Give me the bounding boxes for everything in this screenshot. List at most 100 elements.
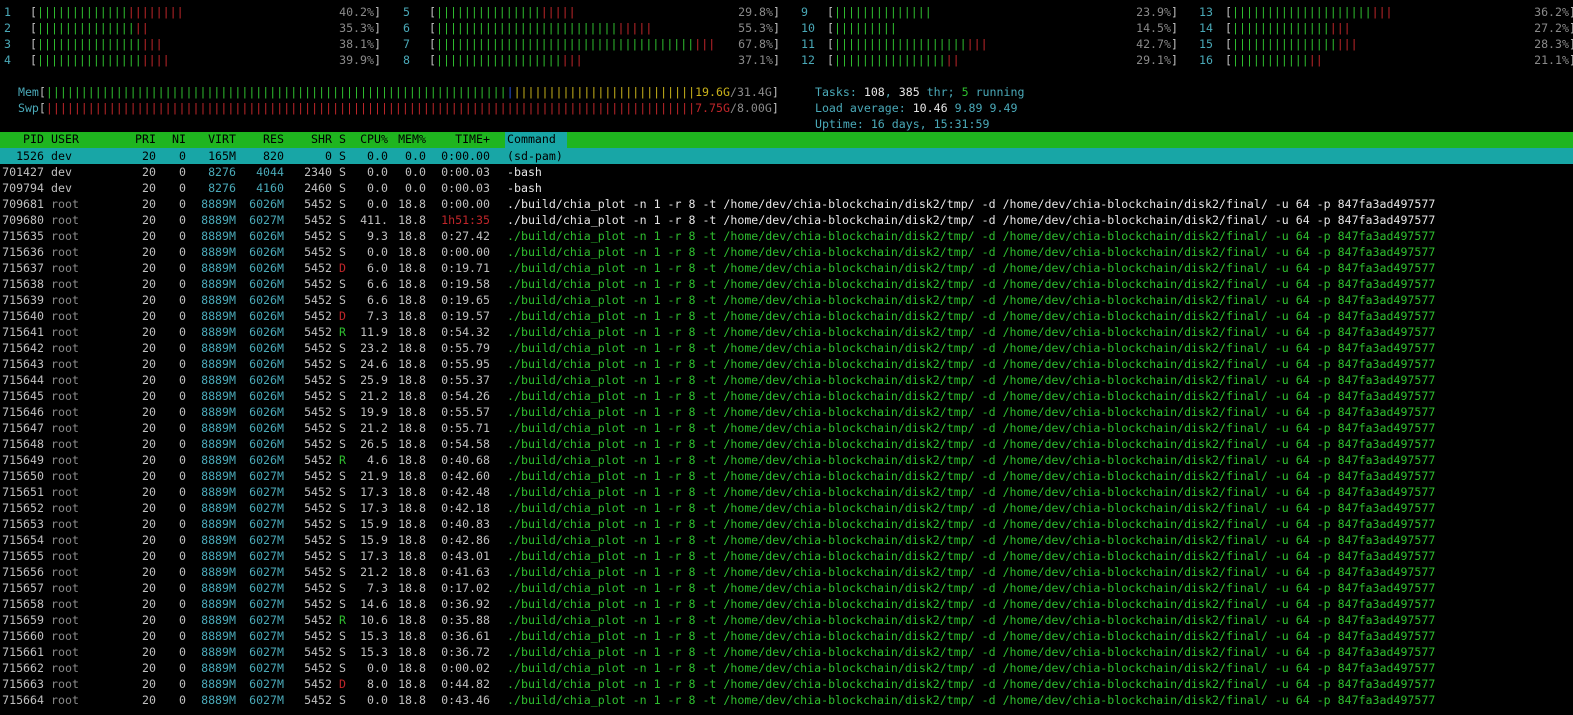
col-pri[interactable]: PRI [120, 132, 156, 146]
table-row[interactable]: 715643 root 20 0 8889M 6026M 5452 S 24.6 18.8 0:55… [0, 356, 1573, 372]
cell-res: 6026M [249, 373, 284, 387]
col-virt[interactable]: VIRT [190, 132, 236, 146]
cell-cpu: 17.3 [360, 549, 388, 563]
table-row[interactable]: 709794 dev 20 0 8276 4160 2460 S 0.0 0.0 0:00.03 -b… [0, 180, 1573, 196]
table-row[interactable]: 715650 root 20 0 8889M 6027M 5452 S 21.9 18.8 0:42… [0, 468, 1573, 484]
cell-pid: 715642 [2, 341, 44, 355]
table-row[interactable]: 715641 root 20 0 8889M 6026M 5452 R 11.9 18.8 0:54… [0, 324, 1573, 340]
cpu-meter-12: 12 [|||||||||||||||||| 29.1%] [801, 53, 1178, 67]
cell-pri: 20 [142, 357, 156, 371]
col-shr[interactable]: SHR [290, 132, 332, 146]
table-row[interactable]: 715657 root 20 0 8889M 6027M 5452 S 7.3 18.8 0:17.… [0, 580, 1573, 596]
cell-command: ./build/chia_plot -n 1 -r 8 -t /home/dev… [507, 421, 1436, 435]
table-row[interactable]: 1526 dev 20 0 165M 820 0 S 0.0 0.0 0:00.00 (sd-pam) [0, 148, 1573, 164]
table-row[interactable]: 715655 root 20 0 8889M 6027M 5452 S 17.3 18.8 0:43… [0, 548, 1573, 564]
cell-ni: 0 [179, 309, 186, 323]
cell-pid: 715659 [2, 613, 44, 627]
cell-command: ./build/chia_plot -n 1 -r 8 -t /home/dev… [507, 373, 1436, 387]
cell-ni: 0 [179, 533, 186, 547]
cell-s: D [339, 677, 346, 691]
col-time[interactable]: TIME+ [432, 132, 490, 146]
col-cpu[interactable]: CPU% [350, 132, 388, 146]
table-row[interactable]: 715636 root 20 0 8889M 6026M 5452 S 0.0 18.8 0:00.… [0, 244, 1573, 260]
cpu-meter-7: 7 [||||||||||||||||||||||||||||||||||||||… [403, 37, 780, 51]
cell-pri: 20 [142, 453, 156, 467]
table-row[interactable]: 715640 root 20 0 8889M 6026M 5452 D 7.3 18.8 0:19.… [0, 308, 1573, 324]
table-row[interactable]: 701427 dev 20 0 8276 4044 2340 S 0.0 0.0 0:00.03 -b… [0, 164, 1573, 180]
table-row[interactable]: 715664 root 20 0 8889M 6027M 5452 S 0.0 18.8 0:43.… [0, 692, 1573, 708]
cell-user: root [51, 661, 79, 675]
cell-time: 0:42.86 [441, 533, 490, 547]
table-row[interactable]: 715635 root 20 0 8889M 6026M 5452 S 9.3 18.8 0:27.… [0, 228, 1573, 244]
cpu-bar-user: ||||||||||||||| [435, 5, 541, 19]
cell-cpu: 14.6 [360, 597, 388, 611]
table-row[interactable]: 715660 root 20 0 8889M 6027M 5452 S 15.3 18.8 0:36… [0, 628, 1573, 644]
cell-res: 6026M [249, 197, 284, 211]
cell-res: 4044 [256, 165, 284, 179]
cpu-meter-10: 10 [||||||||| 14.5%] [801, 21, 1178, 35]
col-mem[interactable]: MEM% [390, 132, 426, 146]
cpu-bar-system: ||||| [617, 21, 653, 35]
col-res[interactable]: RES [240, 132, 284, 146]
table-row[interactable]: 715648 root 20 0 8889M 6026M 5452 S 26.5 18.8 0:54… [0, 436, 1573, 452]
cell-pri: 20 [142, 421, 156, 435]
cpu-meter-2: 2 [|||||||||||||||| 35.3%] [4, 21, 381, 35]
cell-command: ./build/chia_plot -n 1 -r 8 -t /home/dev… [507, 485, 1436, 499]
cell-shr: 5452 [304, 389, 332, 403]
table-row[interactable]: 715645 root 20 0 8889M 6026M 5452 S 21.2 18.8 0:54… [0, 388, 1573, 404]
cell-time: 0:00.00 [441, 149, 490, 163]
col-pid[interactable]: PID [0, 132, 44, 146]
cell-shr: 5452 [304, 549, 332, 563]
table-row[interactable]: 715651 root 20 0 8889M 6027M 5452 S 17.3 18.8 0:42… [0, 484, 1573, 500]
table-row[interactable]: 715638 root 20 0 8889M 6026M 5452 S 6.6 18.8 0:19.… [0, 276, 1573, 292]
cell-time: 0:19.65 [441, 293, 490, 307]
table-row[interactable]: 715639 root 20 0 8889M 6026M 5452 S 6.6 18.8 0:19.… [0, 292, 1573, 308]
table-row[interactable]: 715656 root 20 0 8889M 6027M 5452 S 21.2 18.8 0:41… [0, 564, 1573, 580]
table-row[interactable]: 715662 root 20 0 8889M 6027M 5452 S 0.0 18.8 0:00.… [0, 660, 1573, 676]
cell-mem: 18.8 [398, 581, 426, 595]
table-row[interactable]: 709681 root 20 0 8889M 6026M 5452 S 0.0 18.8 0:00.… [0, 196, 1573, 212]
cell-ni: 0 [179, 341, 186, 355]
cell-s: R [339, 325, 346, 339]
table-row[interactable]: 715647 root 20 0 8889M 6026M 5452 S 21.2 18.8 0:55… [0, 420, 1573, 436]
table-row[interactable]: 715653 root 20 0 8889M 6027M 5452 S 15.9 18.8 0:40… [0, 516, 1573, 532]
table-row[interactable]: 715663 root 20 0 8889M 6027M 5452 D 8.0 18.8 0:44.… [0, 676, 1573, 692]
cell-time: 0:54.32 [441, 325, 490, 339]
table-row[interactable]: 715649 root 20 0 8889M 6026M 5452 R 4.6 18.8 0:40.… [0, 452, 1573, 468]
cell-s: S [339, 293, 346, 307]
cell-s: S [339, 149, 346, 163]
table-row[interactable]: 715652 root 20 0 8889M 6027M 5452 S 17.3 18.8 0:42… [0, 500, 1573, 516]
cell-user: root [51, 309, 79, 323]
col-command[interactable]: Command [507, 132, 556, 146]
cell-res: 6027M [249, 677, 284, 691]
table-row[interactable]: 715661 root 20 0 8889M 6027M 5452 S 15.3 18.8 0:36… [0, 644, 1573, 660]
cpu-meter-1: 1 [||||||||||||||||||||| 40.2%] [4, 5, 381, 19]
cell-shr: 2460 [304, 181, 332, 195]
cell-pri: 20 [142, 229, 156, 243]
cpu-bar-system: ||| [141, 37, 163, 51]
table-row[interactable]: 715644 root 20 0 8889M 6026M 5452 S 25.9 18.8 0:55… [0, 372, 1573, 388]
cell-cpu: 21.2 [360, 389, 388, 403]
cell-pid: 715664 [2, 693, 44, 707]
table-row[interactable]: 715637 root 20 0 8889M 6026M 5452 D 6.0 18.8 0:19.… [0, 260, 1573, 276]
cell-res: 6027M [249, 517, 284, 531]
cpu-bar-system: ||| [1329, 21, 1351, 35]
cell-s: S [339, 661, 346, 675]
table-row[interactable]: 715658 root 20 0 8889M 6027M 5452 S 14.6 18.8 0:36… [0, 596, 1573, 612]
cell-pid: 709794 [2, 181, 44, 195]
col-user[interactable]: USER [51, 132, 79, 146]
cell-mem: 18.8 [398, 565, 426, 579]
cell-pri: 20 [142, 325, 156, 339]
col-ni[interactable]: NI [160, 132, 186, 146]
cpu-id: 13 [1199, 5, 1213, 19]
table-row[interactable]: 715646 root 20 0 8889M 6026M 5452 S 19.9 18.8 0:55… [0, 404, 1573, 420]
cell-time: 0:55.37 [441, 373, 490, 387]
table-row[interactable]: 715642 root 20 0 8889M 6026M 5452 S 23.2 18.8 0:55… [0, 340, 1573, 356]
cell-pri: 20 [142, 469, 156, 483]
col-state[interactable]: S [339, 132, 346, 146]
table-row[interactable]: 709680 root 20 0 8889M 6027M 5452 S 411. 18.8 1h51… [0, 212, 1573, 228]
cell-virt: 8889M [201, 533, 236, 547]
cpu-bar-user: |||||||||||||| [36, 21, 135, 35]
table-row[interactable]: 715659 root 20 0 8889M 6027M 5452 R 10.6 18.8 0:35… [0, 612, 1573, 628]
table-row[interactable]: 715654 root 20 0 8889M 6027M 5452 S 15.9 18.8 0:42… [0, 532, 1573, 548]
